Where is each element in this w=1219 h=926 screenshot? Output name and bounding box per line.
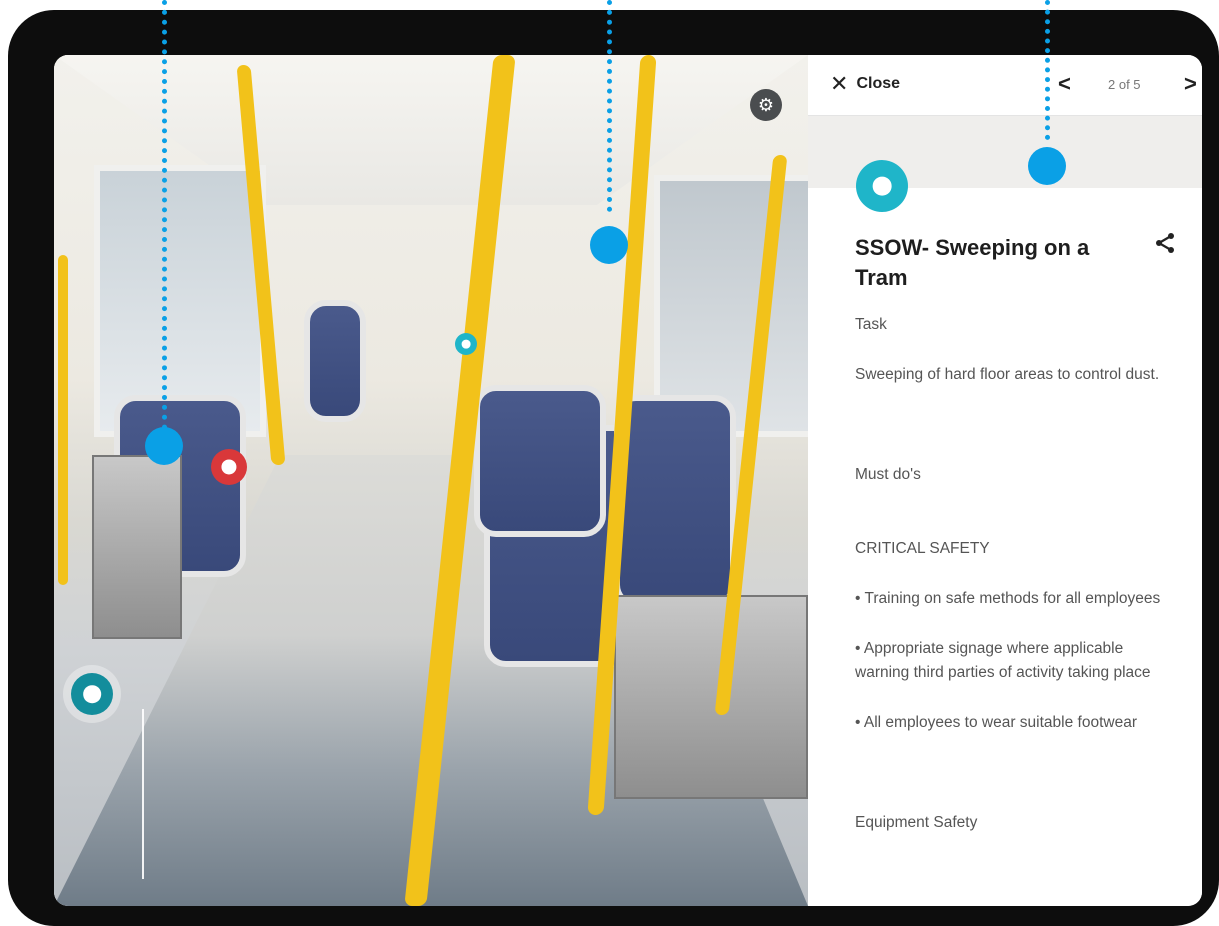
must-do-heading: Must do's: [855, 466, 921, 483]
tag-icon: [856, 160, 908, 212]
callout-dot: [1028, 147, 1066, 185]
tag-description: Task Sweeping of hard floor areas to con…: [855, 313, 1165, 835]
callout-dot: [590, 226, 628, 264]
callout-line: [1045, 0, 1050, 140]
screen: ⚙ ✕ Close < 2 of 5 > SSOW- Sweeping on a…: [54, 55, 1202, 906]
close-button[interactable]: ✕ Close: [830, 73, 900, 95]
tag-marker-active[interactable]: [71, 673, 113, 715]
tag-marker[interactable]: [455, 333, 477, 355]
task-text: Sweeping of hard floor areas to control …: [855, 366, 1160, 383]
tablet-frame: ⚙ ✕ Close < 2 of 5 > SSOW- Sweeping on a…: [8, 10, 1219, 926]
callout-line: [607, 0, 612, 212]
grab-pole: [58, 255, 68, 585]
callout-line: [162, 0, 167, 430]
share-icon[interactable]: [1153, 231, 1177, 255]
pager-text: 2 of 5: [1108, 77, 1141, 92]
bullet-signage: • Appropriate signage where applicable w…: [855, 640, 1151, 681]
seat-divider-panel: [92, 455, 182, 639]
virtual-tour-view[interactable]: ⚙: [54, 55, 808, 906]
chevron-right-icon[interactable]: >: [1184, 71, 1197, 97]
seat: [474, 385, 606, 537]
seat: [614, 395, 736, 607]
settings-button[interactable]: ⚙: [750, 89, 782, 121]
tag-marker-red[interactable]: [211, 449, 247, 485]
gear-icon: ⚙: [757, 94, 775, 115]
tag-title: SSOW- Sweeping on a Tram: [855, 235, 1090, 290]
task-heading: Task: [855, 316, 887, 333]
bullet-training: • Training on safe methods for all emplo…: [855, 590, 1161, 607]
equipment-heading: Equipment Safety: [855, 814, 978, 831]
tag-stem: [142, 709, 144, 879]
callout-dot: [145, 427, 183, 465]
panel-header: ✕ Close < 2 of 5 >: [808, 55, 1202, 116]
seat-divider-panel: [614, 595, 808, 799]
close-icon: ✕: [830, 71, 849, 96]
chevron-left-icon[interactable]: <: [1058, 71, 1071, 97]
tag-detail-panel: ✕ Close < 2 of 5 > SSOW- Sweeping on a T…: [808, 55, 1202, 906]
seat: [304, 300, 366, 422]
critical-safety-heading: CRITICAL SAFETY: [855, 540, 990, 557]
close-label: Close: [856, 75, 901, 92]
bullet-footwear: • All employees to wear suitable footwea…: [855, 714, 1137, 731]
